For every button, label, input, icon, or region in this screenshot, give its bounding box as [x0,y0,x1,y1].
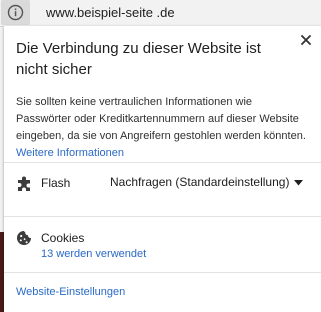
address-bar: www.beispiel-seite .de [0,0,321,27]
site-info-button[interactable] [1,0,30,25]
url-text[interactable]: www.beispiel-seite .de [46,5,175,20]
flash-label: Flash [41,176,71,190]
warning-message-text: Sie sollten keine vertraulichen Informat… [16,96,306,142]
learn-more-link[interactable]: Weitere Informationen [16,147,124,159]
divider [4,216,321,217]
connection-warning-title: Die Verbindung zu dieser Website ist nic… [16,40,261,78]
flash-permission-select[interactable]: Nachfragen (Standardeinstellung) [110,175,304,189]
cookie-icon [17,231,31,245]
connection-warning-message: Sie sollten keine vertraulichen Informat… [16,94,306,162]
flash-selected-option: Nachfragen (Standardeinstellung) [110,175,290,189]
puzzle-piece-icon [18,176,30,191]
site-settings-link[interactable]: Website-Einstellungen [16,286,125,298]
site-info-popup: Die Verbindung zu dieser Website ist nic… [4,26,321,312]
divider [4,272,321,273]
divider [4,162,321,163]
cookies-label: Cookies [41,231,85,245]
cookies-in-use-link[interactable]: 13 werden verwendet [41,248,146,260]
close-button[interactable] [296,30,316,50]
close-icon [301,35,311,45]
info-circle-icon [7,4,24,21]
dropdown-arrow-icon [294,179,304,186]
